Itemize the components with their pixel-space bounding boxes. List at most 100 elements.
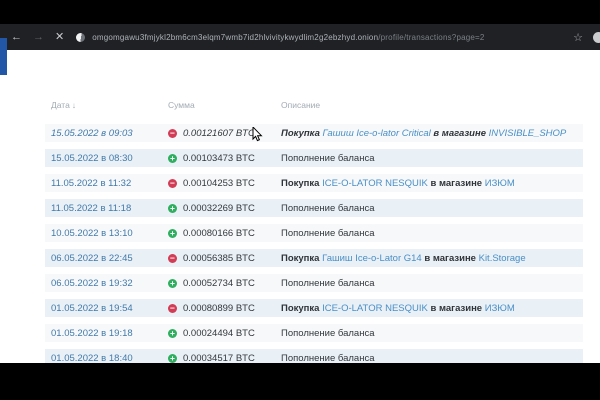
header-description: Описание — [275, 100, 583, 110]
transaction-amount-cell: +0.00024494 BTC — [162, 328, 275, 339]
product-link[interactable]: ICE-O-LATOR NESQUIK — [322, 303, 428, 314]
transaction-amount-cell: +0.00103473 BTC — [162, 153, 275, 164]
transaction-description-cell: Пополнение баланса — [275, 203, 583, 214]
shop-link[interactable]: ИЗЮМ — [485, 178, 515, 189]
mouse-cursor — [252, 127, 264, 143]
sort-desc-icon: ↓ — [72, 101, 76, 110]
table-row[interactable]: 01.05.2022 в 19:18+0.00024494 BTCПополне… — [45, 324, 583, 342]
amount-value: 0.00056385 BTC — [183, 253, 255, 264]
amount-value: 0.00032269 BTC — [183, 203, 255, 214]
outgoing-minus-icon: − — [168, 254, 177, 263]
transaction-date-cell: 01.05.2022 в 18:40 — [45, 353, 162, 364]
outgoing-minus-icon: − — [168, 304, 177, 313]
amount-value: 0.00034517 BTC — [183, 353, 255, 364]
amount-value: 0.00121607 BTC — [183, 128, 255, 139]
incoming-plus-icon: + — [168, 329, 177, 338]
browser-toolbar: ← → ✕ omgomgawu3fmjykl2bm6cm3elqm7wmb7id… — [0, 24, 600, 50]
toolbar-right: ☆ — [573, 31, 600, 44]
topup-label: Пополнение баланса — [281, 353, 375, 364]
store-connector-label: в магазине — [431, 128, 489, 139]
shop-link[interactable]: ИЗЮМ — [485, 303, 515, 314]
transaction-date-link[interactable]: 15.05.2022 в 09:03 — [51, 128, 133, 139]
transaction-date-cell: 10.05.2022 в 13:10 — [45, 228, 162, 239]
transaction-amount-cell: −0.00104253 BTC — [162, 178, 275, 189]
incoming-plus-icon: + — [168, 279, 177, 288]
product-link[interactable]: ICE-O-LATOR NESQUIK — [322, 178, 428, 189]
table-row[interactable]: 15.05.2022 в 09:03 −0.00121607 BTC Покупка… — [45, 124, 583, 142]
transaction-date-link[interactable]: 06.05.2022 в 19:32 — [51, 278, 133, 289]
transaction-date-link[interactable]: 11.05.2022 в 11:32 — [51, 178, 131, 189]
transaction-description-cell: Пополнение баланса — [275, 353, 583, 364]
transaction-date-link[interactable]: 10.05.2022 в 13:10 — [51, 228, 133, 239]
url-path: /profile/transactions?page=2 — [378, 33, 484, 42]
forward-icon[interactable]: → — [33, 32, 44, 43]
transaction-date-link[interactable]: 01.05.2022 в 18:40 — [51, 353, 133, 364]
purchase-label: Покупка — [281, 253, 322, 264]
transaction-description-cell: Покупка ICE-O-LATOR NESQUIK в магазине И… — [275, 178, 583, 189]
transaction-date-cell: 01.05.2022 в 19:54 — [45, 303, 162, 314]
table-row[interactable]: 11.05.2022 в 11:32−0.00104253 BTCПокупка… — [45, 174, 583, 192]
amount-value: 0.00024494 BTC — [183, 328, 255, 339]
header-date[interactable]: Дата↓ — [45, 100, 162, 110]
transaction-date-link[interactable]: 01.05.2022 в 19:18 — [51, 328, 133, 339]
transaction-description-cell: Пополнение баланса — [275, 278, 583, 289]
store-connector-label: в магазине — [428, 178, 485, 189]
incoming-plus-icon: + — [168, 154, 177, 163]
product-link[interactable]: Гашиш Ice-o-Lator G14 — [322, 253, 422, 264]
topup-label: Пополнение баланса — [281, 278, 375, 289]
transaction-date-cell: 15.05.2022 в 09:03 — [45, 128, 162, 139]
stop-icon[interactable]: ✕ — [55, 32, 64, 43]
shop-link[interactable]: INVISIBLE_SHOP — [489, 128, 567, 139]
amount-value: 0.00103473 BTC — [183, 153, 255, 164]
transaction-date-cell: 11.05.2022 в 11:18 — [45, 203, 162, 214]
site-info-icon[interactable] — [76, 33, 85, 42]
product-link[interactable]: Гашиш Ice-o-lator Critical — [323, 128, 431, 139]
outgoing-minus-icon: − — [168, 129, 177, 138]
transaction-description-cell: Пополнение баланса — [275, 228, 583, 239]
table-row[interactable]: 06.05.2022 в 19:32 +0.00052734 BTC Пополне… — [45, 274, 583, 292]
transactions-table-body: 15.05.2022 в 09:03−0.00121607 BTCПокупка… — [45, 124, 583, 367]
incoming-plus-icon: + — [168, 204, 177, 213]
topup-label: Пополнение баланса — [281, 203, 375, 214]
amount-value: 0.00080166 BTC — [183, 228, 255, 239]
background-window-edge — [0, 38, 7, 75]
purchase-label: Покупка — [281, 128, 323, 139]
url-host: omgomgawu3fmjykl2bm6cm3elqm7wmb7id2hlviv… — [92, 33, 378, 42]
transaction-amount-cell: +0.00032269 BTC — [162, 203, 275, 214]
transaction-date-link[interactable]: 15.05.2022 в 08:30 — [51, 153, 133, 164]
outgoing-minus-icon: − — [168, 179, 177, 188]
profile-avatar[interactable] — [593, 32, 600, 43]
transaction-date-cell: 06.05.2022 в 19:32 — [45, 278, 162, 289]
amount-value: 0.00052734 BTC — [183, 278, 255, 289]
store-connector-label: в магазине — [422, 253, 479, 264]
transactions-table: Дата↓ Сумма Описание 15.05.2022 в 09:03 −… — [45, 98, 583, 374]
transaction-amount-cell: +0.00034517 BTC — [162, 353, 275, 364]
topup-label: Пополнение баланса — [281, 153, 375, 164]
back-icon[interactable]: ← — [11, 32, 22, 43]
transaction-description-cell: Пополнение баланса — [275, 328, 583, 339]
store-connector-label: в магазине — [428, 303, 485, 314]
transaction-date-link[interactable]: 01.05.2022 в 19:54 — [51, 303, 133, 314]
amount-value: 0.00104253 BTC — [183, 178, 255, 189]
table-row[interactable]: 10.05.2022 в 13:10+0.00080166 BTCПополне… — [45, 224, 583, 242]
transaction-date-cell: 15.05.2022 в 08:30 — [45, 153, 162, 164]
page-content: Дата↓ Сумма Описание 15.05.2022 в 09:03 −… — [0, 50, 600, 363]
table-row[interactable]: 01.05.2022 в 19:54−0.00080899 BTCПокупка… — [45, 299, 583, 317]
table-header-row: Дата↓ Сумма Описание — [45, 98, 583, 112]
transaction-description-cell: Покупка Гашиш Ice-o-Lator G14 в магазине… — [275, 253, 583, 264]
transaction-date-cell: 11.05.2022 в 11:32 — [45, 178, 162, 189]
table-row[interactable]: 15.05.2022 в 08:30 +0.00103473 BTC Пополне… — [45, 149, 583, 167]
header-amount: Сумма — [162, 100, 275, 110]
header-date-label: Дата — [51, 100, 70, 110]
shop-link[interactable]: Kit.Storage — [479, 253, 526, 264]
incoming-plus-icon: + — [168, 354, 177, 363]
table-row[interactable]: 11.05.2022 в 11:18 +0.00032269 BTC Пополне… — [45, 199, 583, 217]
transaction-date-cell: 01.05.2022 в 19:18 — [45, 328, 162, 339]
bookmark-star-icon[interactable]: ☆ — [573, 31, 583, 44]
address-bar[interactable]: omgomgawu3fmjykl2bm6cm3elqm7wmb7id2hlviv… — [92, 33, 573, 42]
transaction-amount-cell: −0.00056385 BTC — [162, 253, 275, 264]
transaction-amount-cell: +0.00052734 BTC — [162, 278, 275, 289]
transaction-date-link[interactable]: 06.05.2022 в 22:45 — [51, 253, 133, 264]
transaction-date-link[interactable]: 11.05.2022 в 11:18 — [51, 203, 131, 214]
table-row[interactable]: 06.05.2022 в 22:45−0.00056385 BTCПокупка… — [45, 249, 583, 267]
